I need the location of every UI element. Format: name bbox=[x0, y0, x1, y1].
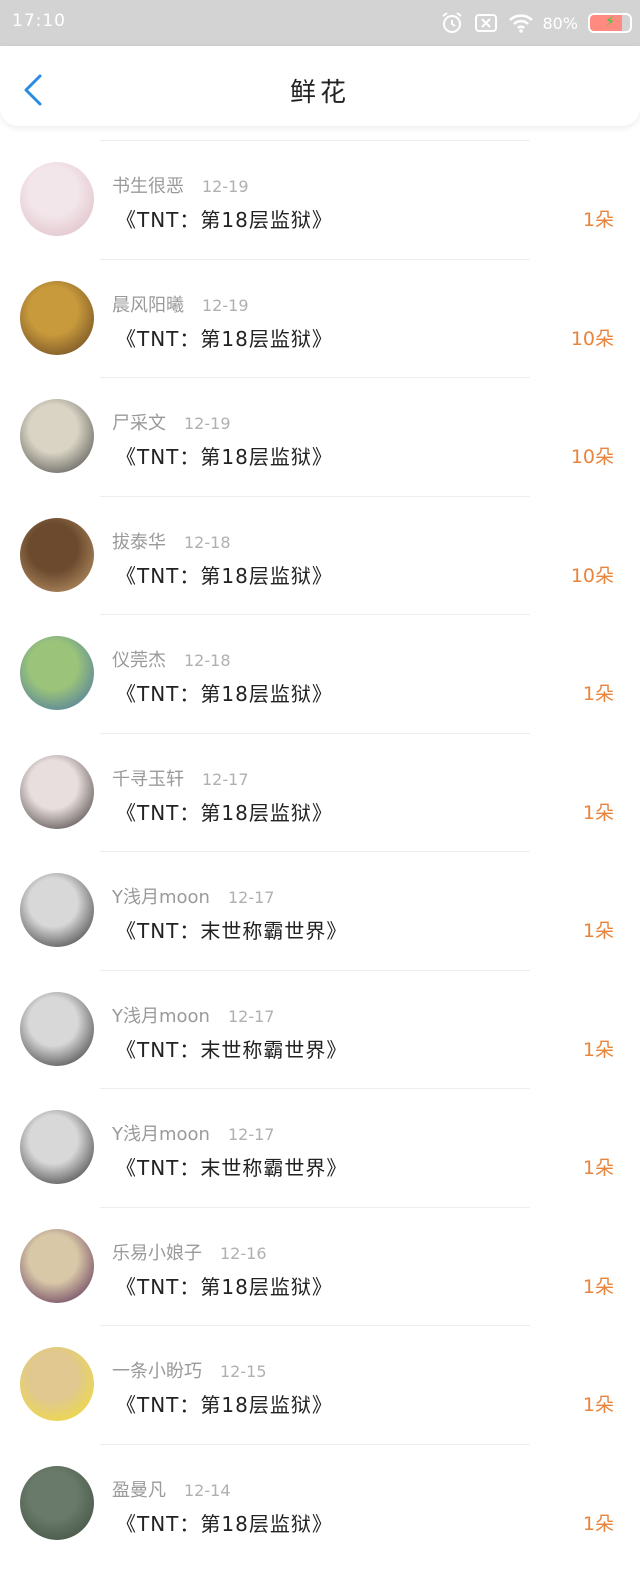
status-time: 17:10 bbox=[12, 11, 66, 31]
battery-percent: 80% bbox=[542, 13, 578, 33]
sender-line: 晨风阳曦 12-19 bbox=[112, 291, 249, 317]
sent-date: 12-17 bbox=[227, 1006, 275, 1026]
list-item[interactable]: 盈曼凡 12-14 《TNT：第18层监狱》 1朵 bbox=[0, 1444, 640, 1562]
sim-icon bbox=[474, 11, 498, 35]
flower-count: 10朵 bbox=[570, 327, 614, 350]
flower-count: 1朵 bbox=[582, 1275, 614, 1298]
book-title[interactable]: 《TNT：第18层监狱》 bbox=[116, 204, 333, 233]
flower-count: 1朵 bbox=[582, 1512, 614, 1535]
sender-name: 盈曼凡 bbox=[112, 1479, 166, 1501]
flower-count: 1朵 bbox=[582, 683, 614, 705]
status-bar: 17:10 80% ⚡ bbox=[0, 0, 640, 46]
avatar[interactable] bbox=[20, 1465, 94, 1540]
sender-name: 仪莞杰 bbox=[112, 650, 166, 671]
book-title[interactable]: 《TNT：第18层监狱》 bbox=[116, 1271, 333, 1300]
flower-count: 1朵 bbox=[582, 209, 614, 231]
sender-name: 乐易小娘子 bbox=[112, 1242, 202, 1264]
sender-line: 书生很恶 12-19 bbox=[112, 172, 249, 198]
book-title[interactable]: 《TNT：第18层监狱》 bbox=[116, 1389, 333, 1418]
avatar[interactable] bbox=[20, 991, 94, 1066]
sender-line: Y浅月moon 12-17 bbox=[112, 1120, 274, 1146]
sent-date: 12-17 bbox=[227, 1125, 275, 1144]
sent-date: 12-19 bbox=[184, 414, 231, 433]
flower-count: 1朵 bbox=[582, 1038, 614, 1061]
nav-bar: 鲜花 bbox=[0, 46, 640, 126]
list-item[interactable]: 一条小盼巧 12-15 《TNT：第18层监狱》 1朵 bbox=[0, 1325, 640, 1443]
sender-name: 晨风阳曦 bbox=[112, 294, 184, 316]
list-item[interactable]: 拔泰华 12-18 《TNT：第18层监狱》 10朵 bbox=[0, 496, 640, 614]
book-title[interactable]: 《TNT：第18层监狱》 bbox=[116, 797, 333, 826]
avatar[interactable] bbox=[20, 873, 94, 947]
book-title[interactable]: 《TNT：第18层监狱》 bbox=[116, 560, 333, 589]
sender-line: 盈曼凡 12-14 bbox=[112, 1476, 231, 1502]
flower-count: 10朵 bbox=[570, 446, 614, 468]
battery-icon: ⚡ bbox=[588, 13, 632, 33]
sender-name: Y浅月moon bbox=[112, 1124, 210, 1145]
sent-date: 12-15 bbox=[220, 1362, 267, 1381]
avatar[interactable] bbox=[20, 280, 94, 355]
list-item[interactable]: 仪莞杰 12-18 《TNT：第18层监狱》 1朵 bbox=[0, 614, 640, 732]
sender-name: 一条小盼巧 bbox=[112, 1361, 202, 1382]
sender-line: 乐易小娘子 12-16 bbox=[112, 1239, 267, 1265]
list-item[interactable]: 乐易小娘子 12-16 《TNT：第18层监狱》 1朵 bbox=[0, 1207, 640, 1325]
flower-count: 1朵 bbox=[582, 1157, 614, 1179]
sent-date: 12-19 bbox=[202, 177, 249, 196]
book-title[interactable]: 《TNT：末世称霸世界》 bbox=[116, 1152, 347, 1181]
sender-name: 尸采文 bbox=[112, 413, 166, 434]
list-item[interactable]: 书生很恶 12-19 《TNT：第18层监狱》 1朵 bbox=[0, 140, 640, 258]
sent-date: 12-17 bbox=[227, 888, 275, 907]
sent-date: 12-17 bbox=[202, 769, 249, 789]
flower-count: 1朵 bbox=[582, 801, 614, 824]
list-item[interactable]: Y浅月moon 12-17 《TNT：末世称霸世界》 1朵 bbox=[0, 851, 640, 969]
sent-date: 12-14 bbox=[184, 1480, 231, 1500]
avatar[interactable] bbox=[20, 636, 94, 710]
flower-count: 10朵 bbox=[570, 564, 614, 587]
avatar[interactable] bbox=[20, 754, 94, 829]
avatar[interactable] bbox=[20, 1228, 94, 1303]
list-item[interactable]: 晨风阳曦 12-19 《TNT：第18层监狱》 10朵 bbox=[0, 259, 640, 377]
sender-line: 仪莞杰 12-18 bbox=[112, 646, 231, 672]
page-title: 鲜花 bbox=[289, 78, 350, 108]
sent-date: 12-18 bbox=[184, 651, 231, 670]
list-item[interactable]: Y浅月moon 12-17 《TNT：末世称霸世界》 1朵 bbox=[0, 1088, 640, 1206]
sender-name: Y浅月moon bbox=[112, 887, 210, 908]
avatar[interactable] bbox=[20, 399, 94, 473]
book-title[interactable]: 《TNT：末世称霸世界》 bbox=[116, 915, 347, 944]
flower-count: 1朵 bbox=[582, 920, 614, 942]
list-item[interactable]: 千寻玉轩 12-17 《TNT：第18层监狱》 1朵 bbox=[0, 733, 640, 851]
avatar[interactable] bbox=[20, 517, 94, 592]
flower-count: 1朵 bbox=[582, 1394, 614, 1416]
book-title[interactable]: 《TNT：第18层监狱》 bbox=[116, 323, 333, 352]
wifi-icon bbox=[508, 11, 534, 35]
sender-line: 尸采文 12-19 bbox=[112, 409, 231, 435]
sender-name: 拔泰华 bbox=[112, 531, 166, 553]
avatar[interactable] bbox=[20, 1347, 94, 1421]
sender-line: 拔泰华 12-18 bbox=[112, 528, 231, 554]
avatar[interactable] bbox=[20, 162, 94, 236]
status-icons: 80% ⚡ bbox=[440, 9, 632, 37]
alarm-icon bbox=[440, 11, 464, 35]
sender-name: 千寻玉轩 bbox=[112, 768, 184, 790]
sender-line: 千寻玉轩 12-17 bbox=[112, 765, 249, 791]
book-title[interactable]: 《TNT：第18层监狱》 bbox=[116, 1508, 333, 1537]
avatar[interactable] bbox=[20, 1110, 94, 1184]
sender-name: 书生很恶 bbox=[112, 176, 184, 197]
charging-bolt-icon: ⚡ bbox=[605, 14, 615, 30]
sender-line: Y浅月moon 12-17 bbox=[112, 883, 274, 909]
sent-date: 12-16 bbox=[220, 1243, 267, 1263]
sent-date: 12-19 bbox=[202, 295, 249, 315]
sender-line: Y浅月moon 12-17 bbox=[112, 1002, 274, 1028]
book-title[interactable]: 《TNT：第18层监狱》 bbox=[116, 678, 333, 707]
sent-date: 12-18 bbox=[184, 532, 231, 552]
sender-line: 一条小盼巧 12-15 bbox=[112, 1357, 267, 1383]
book-title[interactable]: 《TNT：末世称霸世界》 bbox=[116, 1034, 347, 1063]
sender-name: Y浅月moon bbox=[112, 1005, 210, 1027]
list-item[interactable]: 尸采文 12-19 《TNT：第18层监狱》 10朵 bbox=[0, 377, 640, 495]
book-title[interactable]: 《TNT：第18层监狱》 bbox=[116, 441, 333, 470]
list-item[interactable]: Y浅月moon 12-17 《TNT：末世称霸世界》 1朵 bbox=[0, 970, 640, 1088]
